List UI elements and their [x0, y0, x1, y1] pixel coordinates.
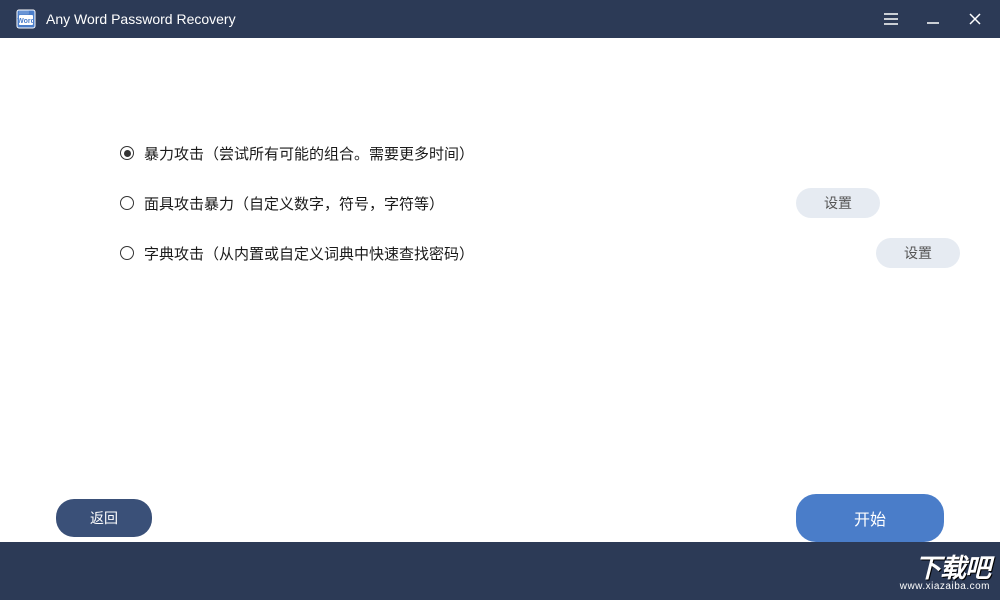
settings-mask-button[interactable]: 设置 [796, 188, 880, 218]
app-word-icon: Word [16, 9, 36, 29]
menu-icon[interactable] [882, 10, 900, 28]
footer [0, 542, 1000, 600]
option-label: 字典攻击（从内置或自定义词典中快速查找密码） [144, 243, 474, 264]
radio-mask-attack[interactable] [120, 196, 134, 210]
svg-text:Word: Word [17, 18, 35, 25]
option-left[interactable]: 字典攻击（从内置或自定义词典中快速查找密码） [120, 243, 474, 264]
radio-dictionary-attack[interactable] [120, 246, 134, 260]
option-label: 暴力攻击（尝试所有可能的组合。需要更多时间） [144, 143, 474, 164]
option-dictionary-attack: 字典攻击（从内置或自定义词典中快速查找密码） 设置 [120, 238, 880, 268]
titlebar-left: Word Any Word Password Recovery [16, 9, 236, 29]
settings-dictionary-button[interactable]: 设置 [876, 238, 960, 268]
app-title: Any Word Password Recovery [46, 11, 236, 27]
option-mask-attack: 面具攻击暴力（自定义数字，符号，字符等） 设置 [120, 188, 880, 218]
option-left[interactable]: 暴力攻击（尝试所有可能的组合。需要更多时间） [120, 143, 474, 164]
option-left[interactable]: 面具攻击暴力（自定义数字，符号，字符等） [120, 193, 444, 214]
titlebar: Word Any Word Password Recovery [0, 0, 1000, 38]
minimize-icon[interactable] [924, 10, 942, 28]
back-button[interactable]: 返回 [56, 499, 152, 537]
bottom-bar: 返回 开始 [0, 494, 1000, 542]
titlebar-controls [882, 10, 984, 28]
main-content: 暴力攻击（尝试所有可能的组合。需要更多时间） 面具攻击暴力（自定义数字，符号，字… [0, 38, 1000, 268]
radio-brute-force[interactable] [120, 146, 134, 160]
start-button[interactable]: 开始 [796, 494, 944, 542]
option-label: 面具攻击暴力（自定义数字，符号，字符等） [144, 193, 444, 214]
close-icon[interactable] [966, 10, 984, 28]
option-brute-force: 暴力攻击（尝试所有可能的组合。需要更多时间） [120, 138, 880, 168]
